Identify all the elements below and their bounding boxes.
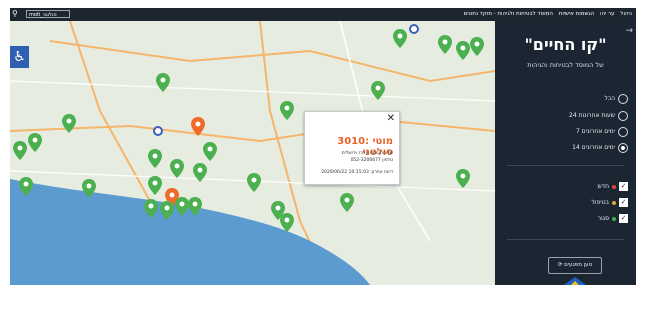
radio-button[interactable] xyxy=(618,93,628,104)
filter-label: הכל xyxy=(604,95,615,102)
map-pin-green[interactable] xyxy=(371,81,385,100)
map-pin-green[interactable] xyxy=(203,142,217,161)
map-pin-green[interactable] xyxy=(62,114,76,133)
app-subtitle: של המוסד לבטיחות והגיהות xyxy=(527,61,604,69)
map-pin-green[interactable] xyxy=(160,201,174,220)
top-bar: ⚲ moti_סולטני ניהול ער יהו הגשמות אישיות… xyxy=(10,8,636,21)
map-pin-green[interactable] xyxy=(340,193,354,212)
filter-24h[interactable]: 24 שעות אחרונות xyxy=(569,110,628,122)
map-pin-green[interactable] xyxy=(393,29,407,48)
map-pin-green[interactable] xyxy=(456,41,470,60)
status-label: בטיפול xyxy=(591,199,610,206)
map-pin-green[interactable] xyxy=(170,159,184,178)
status-dot-orange xyxy=(612,200,616,205)
page-footer xyxy=(10,285,636,309)
checkbox[interactable]: ✓ xyxy=(619,214,628,223)
status-dot-green xyxy=(612,216,616,221)
incident-popup: ✕ 3010: מוטי סולטני שלוחה מחוז מרכז וירו… xyxy=(304,111,400,185)
nav-item-institute[interactable]: המוסד לבטיחות ולגיהות - מוקד נתונים xyxy=(464,11,553,17)
map-pin-green[interactable] xyxy=(19,177,33,196)
map-terrain xyxy=(10,21,495,285)
map-pin-green[interactable] xyxy=(470,37,484,56)
nav-item-admin[interactable]: ניהול xyxy=(620,11,632,17)
radio-button[interactable] xyxy=(618,126,628,137)
map-pin-green[interactable] xyxy=(247,173,261,192)
status-dot-red xyxy=(612,184,616,189)
map-pin-green[interactable] xyxy=(82,179,96,198)
status-new[interactable]: חדש ✓ xyxy=(598,181,628,192)
map-pin-green[interactable] xyxy=(280,101,294,120)
sidebar: → "קו החיים" של המוסד לבטיחות והגיהות הכ… xyxy=(495,21,636,285)
map-pin-green[interactable] xyxy=(144,199,158,218)
checkbox[interactable]: ✓ xyxy=(619,182,628,191)
status-label: חדש xyxy=(597,183,609,190)
popup-region: שלוחה מחוז מרכז וירושלים xyxy=(341,151,393,156)
app-title: "קו החיים" xyxy=(524,35,607,54)
accessibility-icon[interactable]: ♿ xyxy=(10,46,29,68)
load-hazards-button[interactable]: ⟳ טען מפגעים xyxy=(548,257,602,274)
map-pin-orange[interactable] xyxy=(191,117,205,136)
filter-14d[interactable]: 14 ימים אחרונים xyxy=(572,142,628,154)
map-pin-green[interactable] xyxy=(193,163,207,182)
checkbox[interactable]: ✓ xyxy=(619,198,628,207)
map-pin-green[interactable] xyxy=(438,35,452,54)
nav-item-user[interactable]: ער יהו xyxy=(600,11,615,17)
status-in-progress[interactable]: בטיפול ✓ xyxy=(591,197,628,208)
divider xyxy=(507,239,624,240)
popup-last-report: דיווח אחרון: 10:15:03 2020/06/22 xyxy=(321,170,393,175)
filter-label: 14 ימים אחרונים xyxy=(572,144,615,151)
radio-button-selected[interactable] xyxy=(618,142,628,153)
map-pin-green[interactable] xyxy=(148,149,162,168)
username-field[interactable]: moti_סולטני xyxy=(26,10,70,18)
nav-item-personal[interactable]: הגשמות אישיות xyxy=(559,11,595,17)
filter-all[interactable]: הכל xyxy=(604,93,628,105)
map-pin-green[interactable] xyxy=(148,176,162,195)
map-view[interactable]: ♿ ✕ 3010: מוטי סולטני שלוחה מחוז מרכז וי… xyxy=(10,21,495,285)
status-label: סגור xyxy=(597,215,609,222)
close-icon[interactable]: ✕ xyxy=(387,113,395,124)
divider xyxy=(507,165,624,166)
map-pin-green[interactable] xyxy=(28,133,42,152)
map-pin-green[interactable] xyxy=(175,197,189,216)
map-pin-green[interactable] xyxy=(13,141,27,160)
map-pin-green[interactable] xyxy=(188,197,202,216)
radio-button[interactable] xyxy=(618,110,628,121)
filter-7d[interactable]: 7 ימים אחרונים xyxy=(576,126,628,138)
map-pin-green[interactable] xyxy=(456,169,470,188)
filter-label: 24 שעות אחרונות xyxy=(569,112,615,119)
status-closed[interactable]: סגור ✓ xyxy=(598,213,628,224)
map-pin-green[interactable] xyxy=(156,73,170,92)
institute-logo xyxy=(563,277,587,285)
filter-label: 7 ימים אחרונים xyxy=(575,128,615,135)
top-nav: ניהול ער יהו הגשמות אישיות המוסד לבטיחות… xyxy=(460,10,632,18)
map-pin-green[interactable] xyxy=(280,213,294,232)
popup-phone: טלפון 052-3206677 xyxy=(350,158,393,163)
search-icon[interactable]: ⚲ xyxy=(12,9,18,19)
